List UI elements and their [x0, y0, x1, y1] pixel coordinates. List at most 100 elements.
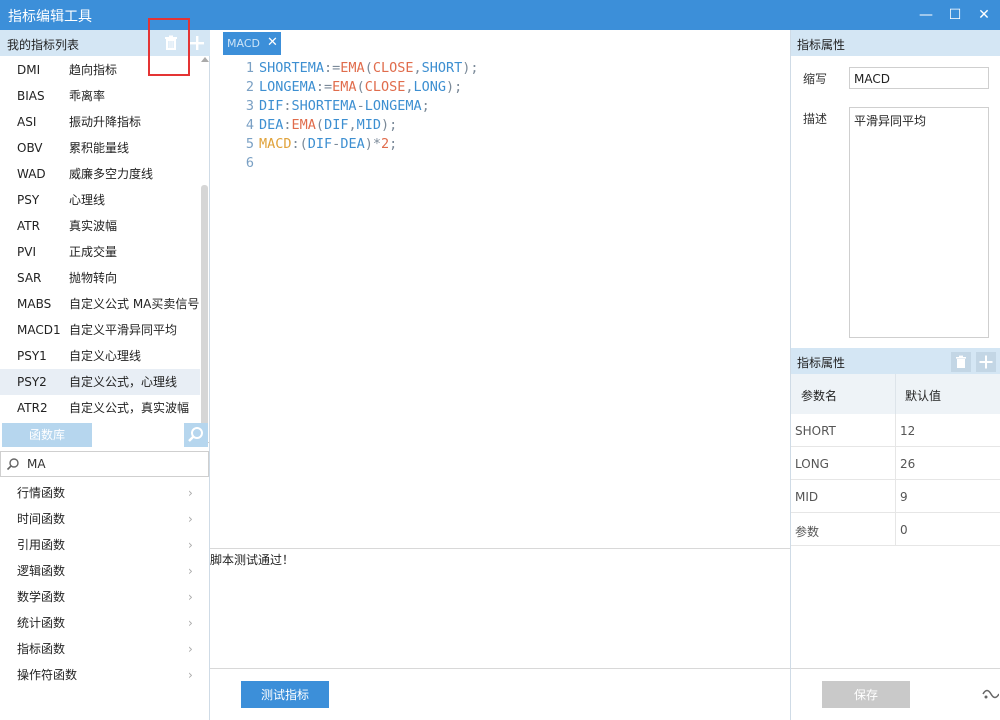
indicator-list-item[interactable]: BIAS 乖离率	[0, 83, 200, 109]
param-row[interactable]: MID 9	[791, 480, 1000, 513]
indicator-list-item[interactable]: OBV 累积能量线	[0, 135, 200, 161]
function-category-item[interactable]: 统计函数 ›	[0, 610, 209, 636]
scroll-up-arrow-icon[interactable]	[201, 57, 209, 62]
code-line: 4 DEA:EMA(DIF,MID);	[240, 116, 397, 135]
code-token: CLOSE	[364, 79, 406, 95]
chevron-right-icon: ›	[188, 486, 193, 500]
indicator-name: 振动升降指标	[69, 115, 142, 129]
function-category-item[interactable]: 时间函数 ›	[0, 506, 209, 532]
indicator-list-item[interactable]: DMI 趋向指标	[0, 57, 200, 83]
indicator-name: 趋向指标	[69, 63, 118, 77]
abbr-field[interactable]: MACD	[849, 67, 989, 89]
line-number: 2	[245, 79, 254, 95]
indicator-list-item[interactable]: PVI 正成交量	[0, 239, 200, 265]
param-default-value[interactable]: 26	[900, 457, 915, 471]
chevron-right-icon: ›	[188, 590, 193, 604]
function-category-item[interactable]: 引用函数 ›	[0, 532, 209, 558]
indicator-list-item[interactable]: PSY2 自定义公式，心理线	[0, 369, 200, 395]
code-editor[interactable]: 1 SHORTEMA:=EMA(CLOSE,SHORT); 2 LONGEMA:=EM…	[210, 55, 790, 550]
chevron-right-icon: ›	[188, 538, 193, 552]
params-table: 参数名 默认值 SHORT 12 LONG 26 MID 9 参数 0	[791, 374, 1000, 546]
indicator-list-header: 我的指标列表	[0, 18, 210, 76]
desc-label: 描述	[803, 112, 828, 126]
indicator-code: DMI	[17, 63, 41, 77]
indicator-code: SAR	[17, 271, 42, 285]
indicator-list-item[interactable]: PSY 心理线	[0, 187, 200, 213]
code-token: ;	[389, 136, 398, 152]
close-button[interactable]: ✕	[969, 0, 999, 30]
indicator-list-item[interactable]: SAR 抛物转向	[0, 265, 200, 291]
function-search-button[interactable]	[184, 423, 208, 447]
editor-tab-bar: MACD ✕	[210, 30, 790, 55]
indicator-list-item[interactable]: ATR 真实波幅	[0, 213, 200, 239]
param-default-value[interactable]: 0	[900, 523, 908, 537]
code-token: :	[283, 117, 292, 133]
function-category-label: 引用函数	[17, 538, 66, 552]
code-token: EMA	[332, 79, 357, 95]
col-param-name: 参数名	[801, 389, 838, 403]
function-category-label: 统计函数	[17, 616, 66, 630]
chevron-right-icon: ›	[188, 616, 193, 630]
indicator-scrollbar[interactable]	[200, 57, 209, 447]
resize-grip-icon[interactable]	[981, 685, 999, 703]
code-token: 2	[380, 136, 390, 152]
indicator-list-item[interactable]: MACD1 自定义平滑异同平均	[0, 317, 200, 343]
code-token: ,	[348, 117, 357, 133]
code-token: :=	[315, 79, 333, 95]
code-token: ;	[421, 98, 430, 114]
param-name: SHORT	[795, 424, 836, 438]
indicator-name: 累积能量线	[69, 141, 130, 155]
indicator-list: DMI 趋向指标 BIAS 乖离率 ASI 振动升降指标 OBV 累积能量线 WAD 威廉多空力度…	[0, 57, 200, 447]
close-icon[interactable]: ✕	[267, 35, 278, 50]
tab-macd[interactable]: MACD ✕	[223, 32, 281, 55]
code-line: 3 DIF:SHORTEMA-LONGEMA;	[240, 97, 430, 116]
indicator-name: 真实波幅	[69, 219, 118, 233]
properties-footer: 保存	[791, 668, 1000, 720]
desc-field[interactable]: 平滑异同平均	[849, 107, 989, 338]
code-token: LONGEMA	[364, 98, 422, 114]
output-console: 脚本测试通过！	[210, 548, 790, 668]
function-category-item[interactable]: 逻辑函数 ›	[0, 558, 209, 584]
param-row[interactable]: LONG 26	[791, 447, 1000, 480]
indicator-list-item[interactable]: PSY1 自定义心理线	[0, 343, 200, 369]
function-category-item[interactable]: 数学函数 ›	[0, 584, 209, 610]
save-button[interactable]: 保存	[822, 681, 910, 708]
add-icon[interactable]	[188, 34, 206, 52]
code-token: ,	[413, 60, 422, 76]
script-editor-panel: MACD ✕ 1 SHORTEMA:=EMA(CLOSE,SHORT); 2 LONG…	[210, 30, 790, 720]
maximize-button[interactable]: ☐	[940, 0, 970, 30]
param-default-value[interactable]: 9	[900, 490, 908, 504]
code-token: (	[364, 60, 373, 76]
function-search-field[interactable]	[0, 451, 209, 477]
indicator-list-item[interactable]: ATR2 自定义公式，真实波幅	[0, 395, 200, 421]
line-number: 3	[245, 98, 254, 114]
indicator-code: MABS	[17, 297, 52, 311]
function-category-label: 时间函数	[17, 512, 66, 526]
code-token: DIF	[307, 136, 333, 152]
search-input[interactable]	[27, 455, 197, 473]
param-row[interactable]: 参数 0	[791, 513, 1000, 546]
function-category-item[interactable]: 指标函数 ›	[0, 636, 209, 662]
code-token: :=	[324, 60, 341, 76]
function-category-item[interactable]: 操作符函数 ›	[0, 662, 209, 688]
param-default-value[interactable]: 12	[900, 424, 915, 438]
test-indicator-button[interactable]: 测试指标	[241, 681, 329, 708]
minimize-button[interactable]: —	[911, 0, 941, 30]
function-category-item[interactable]: 行情函数 ›	[0, 480, 209, 506]
indicator-list-item[interactable]: ASI 振动升降指标	[0, 109, 200, 135]
indicator-name: 自定义公式，心理线	[69, 375, 178, 389]
indicator-list-item[interactable]: MABS 自定义公式 MA买卖信号	[0, 291, 200, 317]
delete-param-button[interactable]	[951, 352, 971, 372]
function-category-list: 行情函数 › 时间函数 › 引用函数 › 逻辑函数 › 数学函数 › 统计函数 › 指标函数 › 操作符函数…	[0, 480, 209, 688]
function-category-label: 指标函数	[17, 642, 66, 656]
indicator-name: 自定义平滑异同平均	[69, 323, 178, 337]
code-token: LONGEMA	[259, 79, 316, 95]
scrollbar-thumb[interactable]	[201, 185, 208, 440]
param-row[interactable]: SHORT 12	[791, 414, 1000, 447]
add-param-button[interactable]	[976, 352, 996, 372]
function-library-tab[interactable]: 函数库	[2, 423, 92, 447]
param-name: LONG	[795, 457, 829, 471]
indicator-list-item[interactable]: WAD 威廉多空力度线	[0, 161, 200, 187]
indicator-code: ATR2	[17, 401, 48, 415]
properties-header: 指标属性	[791, 30, 1000, 56]
